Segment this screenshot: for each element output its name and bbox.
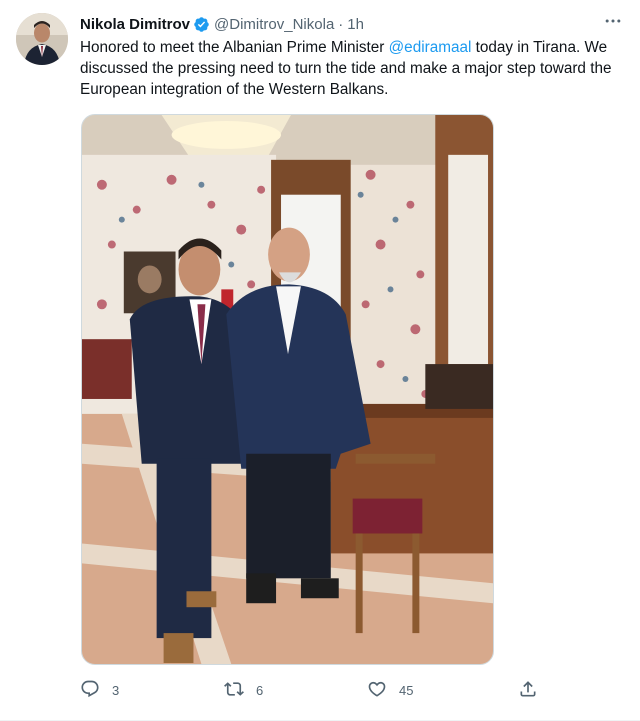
share-button[interactable] [518,679,538,701]
reply-count: 3 [112,682,120,698]
more-options-icon[interactable] [600,10,626,32]
tweet-text: Honored to meet the Albanian Prime Minis… [80,37,628,100]
tweet-text-start: Honored to meet the Albanian Prime Minis… [80,39,389,56]
author-handle[interactable]: @Dimitrov_Nikola [214,16,334,33]
retweet-count: 6 [256,682,264,698]
mention-link[interactable]: @ediramaal [389,39,472,56]
retweet-button[interactable]: 6 [224,679,263,701]
separator-dot: · [338,15,344,33]
reply-icon [80,679,100,702]
reply-button[interactable]: 3 [80,679,119,701]
heart-icon [367,679,387,702]
author-name[interactable]: Nikola Dimitrov [80,16,190,33]
tweet[interactable]: Nikola Dimitrov @Dimitrov_Nikola · 1h Ho… [0,0,640,721]
like-count: 45 [399,682,414,698]
avatar-image [16,13,68,65]
share-icon [518,679,538,702]
tweet-actions: 3 6 45 [80,679,540,701]
tweet-header: Nikola Dimitrov @Dimitrov_Nikola · 1h [80,14,364,34]
verified-badge-icon [193,16,210,33]
tweet-photo[interactable] [81,114,494,665]
meeting-photo-image [82,115,493,664]
like-button[interactable]: 45 [367,679,413,701]
avatar[interactable] [16,13,68,65]
retweet-icon [224,679,244,702]
timestamp[interactable]: 1h [347,16,364,33]
